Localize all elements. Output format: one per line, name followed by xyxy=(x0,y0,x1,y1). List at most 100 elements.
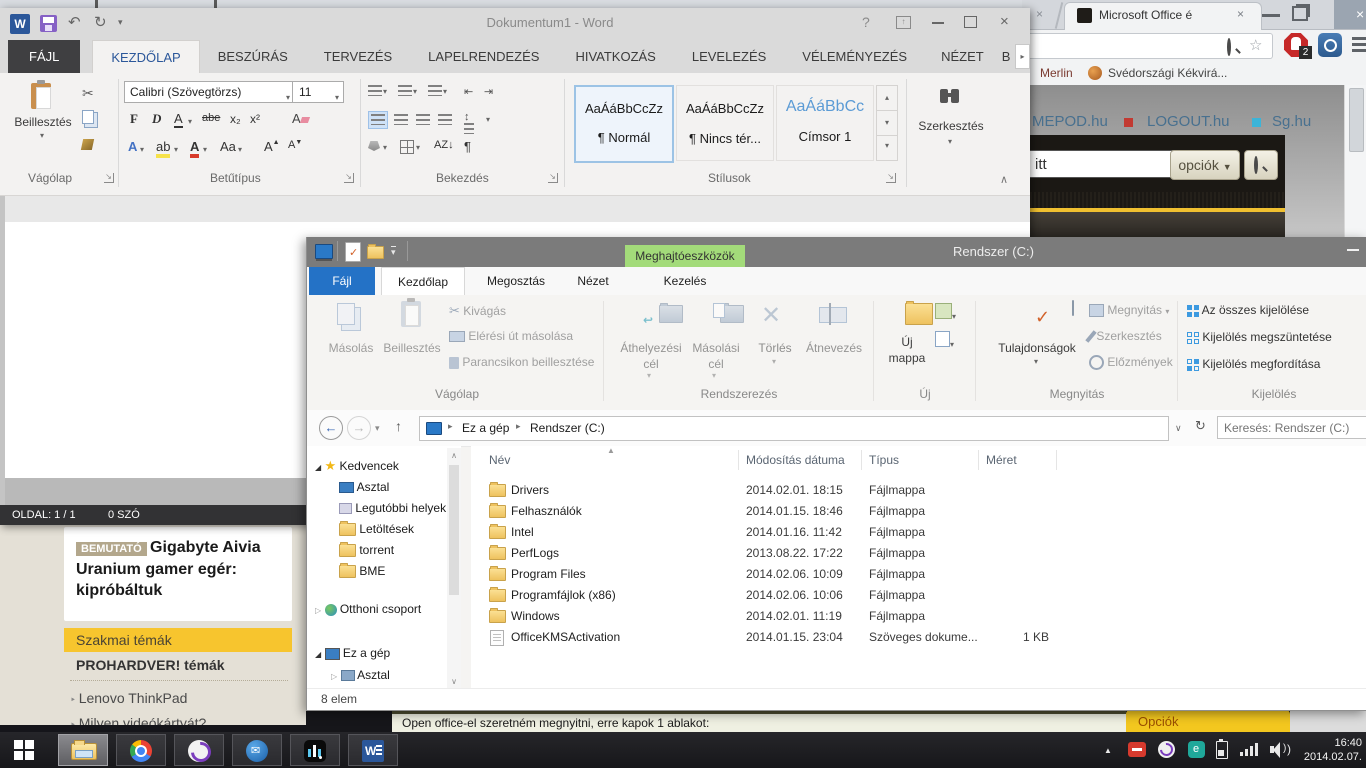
save-icon[interactable] xyxy=(40,15,57,32)
nav-torrent[interactable]: torrent xyxy=(339,542,394,558)
paste-button[interactable]: Beillesztés ▾ xyxy=(14,80,72,159)
format-painter-icon[interactable] xyxy=(80,139,95,150)
chrome-active-tab[interactable]: Microsoft Office é × xyxy=(1064,2,1262,30)
rename-button[interactable]: Átnevezés xyxy=(801,301,867,381)
qat-customize-icon[interactable]: ▾ xyxy=(118,17,123,28)
move-to-button[interactable]: ↩ Áthelyezési cél ▾ xyxy=(619,301,683,381)
file-row[interactable]: PerfLogs 2013.08.22. 17:22 Fájlmappa xyxy=(471,543,1366,564)
nav-bme[interactable]: BME xyxy=(339,563,385,579)
shading-button[interactable] xyxy=(368,141,380,151)
minimize-icon[interactable] xyxy=(1262,14,1280,17)
breadcrumb-root[interactable]: Ez a gép xyxy=(462,421,509,435)
borders-button[interactable] xyxy=(400,140,414,154)
tab-beszuras[interactable]: BESZÚRÁS xyxy=(200,40,306,73)
change-case-dropdown[interactable]: ▾ xyxy=(238,145,242,154)
tray-bittorrent-icon[interactable] xyxy=(1157,740,1176,759)
text-effects-dropdown[interactable]: ▾ xyxy=(140,145,144,154)
paragraph-dialog-launcher[interactable]: ↘ xyxy=(548,173,558,183)
strikethrough-button[interactable]: abe xyxy=(202,112,220,124)
easy-access-button[interactable]: ▾ xyxy=(935,331,954,350)
tab-kezdolap[interactable]: KEZDŐLAP xyxy=(92,40,200,73)
start-button[interactable] xyxy=(8,737,48,763)
copy-path-button[interactable]: Elérési út másolása xyxy=(449,329,573,343)
restore-icon[interactable] xyxy=(1292,6,1308,21)
taskbar-chrome-button[interactable] xyxy=(116,734,166,766)
page-scrollbar[interactable] xyxy=(1344,85,1366,237)
text-effects-button[interactable]: A xyxy=(128,139,137,154)
undo-icon[interactable]: ↶ xyxy=(68,13,81,31)
clipboard-dialog-launcher[interactable]: ↘ xyxy=(104,173,114,183)
close-button[interactable]: × xyxy=(1334,0,1366,29)
tab-tervezes[interactable]: TERVEZÉS xyxy=(306,40,410,73)
page-options-tab[interactable]: Opciók xyxy=(1126,710,1290,732)
breadcrumb-current[interactable]: Rendszer (C:) xyxy=(530,421,605,435)
sidebar-link[interactable]: ‣ Lenovo ThinkPad xyxy=(70,690,187,706)
highlight-dropdown[interactable]: ▾ xyxy=(174,145,178,154)
properties-button[interactable]: ✓ Tulajdonságok ▾ xyxy=(991,300,1083,381)
nav-homegroup[interactable]: ▷ Otthoni csoport xyxy=(315,602,421,616)
scrollbar-thumb[interactable] xyxy=(1349,88,1364,152)
qat-newfolder-icon[interactable] xyxy=(367,244,384,259)
explorer-titlebar[interactable]: ✓ ▾ Rendszer (C:) Meghajtóeszközök xyxy=(307,237,1366,267)
paste-button[interactable]: Beillesztés xyxy=(381,298,443,373)
tab-hivatkozas[interactable]: HIVATKOZÁS xyxy=(557,40,673,73)
omnibox[interactable]: ☆ xyxy=(1022,33,1273,59)
align-right-button[interactable] xyxy=(416,114,430,125)
zoom-page-icon[interactable] xyxy=(1227,38,1231,56)
tab-scroll-right-icon[interactable]: ▸ xyxy=(1014,44,1030,69)
address-dropdown-icon[interactable]: ∨ xyxy=(1175,423,1182,434)
align-left-button[interactable] xyxy=(368,111,388,129)
copy-button[interactable]: Másolás xyxy=(323,301,379,373)
styles-more-icon[interactable]: ▾ xyxy=(877,136,897,159)
scrollbar-thumb[interactable] xyxy=(449,465,459,595)
breadcrumb[interactable]: ▸ Ez a gép ▸ Rendszer (C:) xyxy=(419,416,1169,441)
page-search-input[interactable] xyxy=(1028,150,1174,178)
qat-dropdown-icon[interactable]: ▾ xyxy=(391,246,396,258)
change-case-button[interactable]: Aa xyxy=(220,139,236,154)
underline-dropdown[interactable]: ▾ xyxy=(188,117,192,126)
taskbar-thunderbird-button[interactable]: ✉ xyxy=(232,734,282,766)
open-button[interactable]: Megnyitás ▾ xyxy=(1089,303,1169,318)
up-button[interactable]: ↑ xyxy=(395,418,402,434)
bold-button[interactable]: F xyxy=(130,111,138,127)
column-name[interactable]: Név xyxy=(489,453,510,467)
cut-icon[interactable]: ✂ xyxy=(82,85,94,102)
extension-icon[interactable] xyxy=(1318,33,1342,57)
page-indicator[interactable]: OLDAL: 1 / 1 xyxy=(12,509,76,521)
paste-shortcut-button[interactable]: Parancsikon beillesztése xyxy=(449,355,594,369)
style-normal[interactable]: AaÁáBbCcZz ¶ Normál xyxy=(574,85,674,163)
nav-scrollbar[interactable]: ∧ ∨ xyxy=(447,448,461,688)
tray-volume-icon[interactable]: )) xyxy=(1270,741,1292,758)
sort-button[interactable]: AZ↓ xyxy=(434,139,454,151)
redo-icon[interactable]: ↻ xyxy=(94,13,107,31)
copy-icon[interactable] xyxy=(82,110,94,124)
page-link[interactable]: MEPOD.hu xyxy=(1032,113,1108,130)
tray-expand-icon[interactable]: ▲ xyxy=(1104,746,1112,755)
new-folder-button[interactable]: Új mappa xyxy=(881,301,933,381)
file-row[interactable]: Program Files 2014.02.06. 10:09 Fájlmappa xyxy=(471,564,1366,585)
font-dialog-launcher[interactable]: ↘ xyxy=(344,173,354,183)
sidebar-highlight[interactable]: Szakmai témák xyxy=(64,628,292,652)
file-row[interactable]: Felhasználók 2014.01.15. 18:46 Fájlmappa xyxy=(471,501,1366,522)
nav-downloads[interactable]: Letöltések xyxy=(339,521,414,537)
article-card[interactable]: BEMUTATÓ Gigabyte Aivia Uranium gamer eg… xyxy=(64,527,292,621)
ribbon-display-icon[interactable]: ↑ xyxy=(896,16,911,29)
tab-fajl[interactable]: FÁJL xyxy=(8,40,81,73)
tray-network-icon[interactable] xyxy=(1240,742,1260,757)
history-button[interactable]: Előzmények xyxy=(1089,355,1173,371)
font-name-combo[interactable]: Calibri (Szövegtörzs) ▾ xyxy=(124,81,295,103)
word-maximize-icon[interactable] xyxy=(964,16,977,28)
numbering-button[interactable] xyxy=(398,85,412,96)
style-heading1[interactable]: AaÁáBbCc Címsor 1 xyxy=(776,85,874,161)
select-all-button[interactable]: Az összes kijelölése xyxy=(1187,303,1309,317)
superscript-button[interactable]: x² xyxy=(250,112,260,126)
tab-overflow-partial[interactable]: B xyxy=(1000,40,1013,73)
bookmark-star-icon[interactable]: ☆ xyxy=(1249,36,1262,54)
file-row[interactable]: Windows 2014.02.01. 11:19 Fájlmappa xyxy=(471,606,1366,627)
delete-button[interactable]: ✕ Törlés ▾ xyxy=(751,301,799,381)
tab-nezet[interactable]: NÉZET xyxy=(925,40,1000,73)
refresh-icon[interactable]: ↻ xyxy=(1195,418,1206,434)
qat-properties-icon[interactable]: ✓ xyxy=(345,242,361,262)
tab-manage[interactable]: Kezelés xyxy=(637,267,733,295)
page-search-button[interactable] xyxy=(1244,150,1278,180)
